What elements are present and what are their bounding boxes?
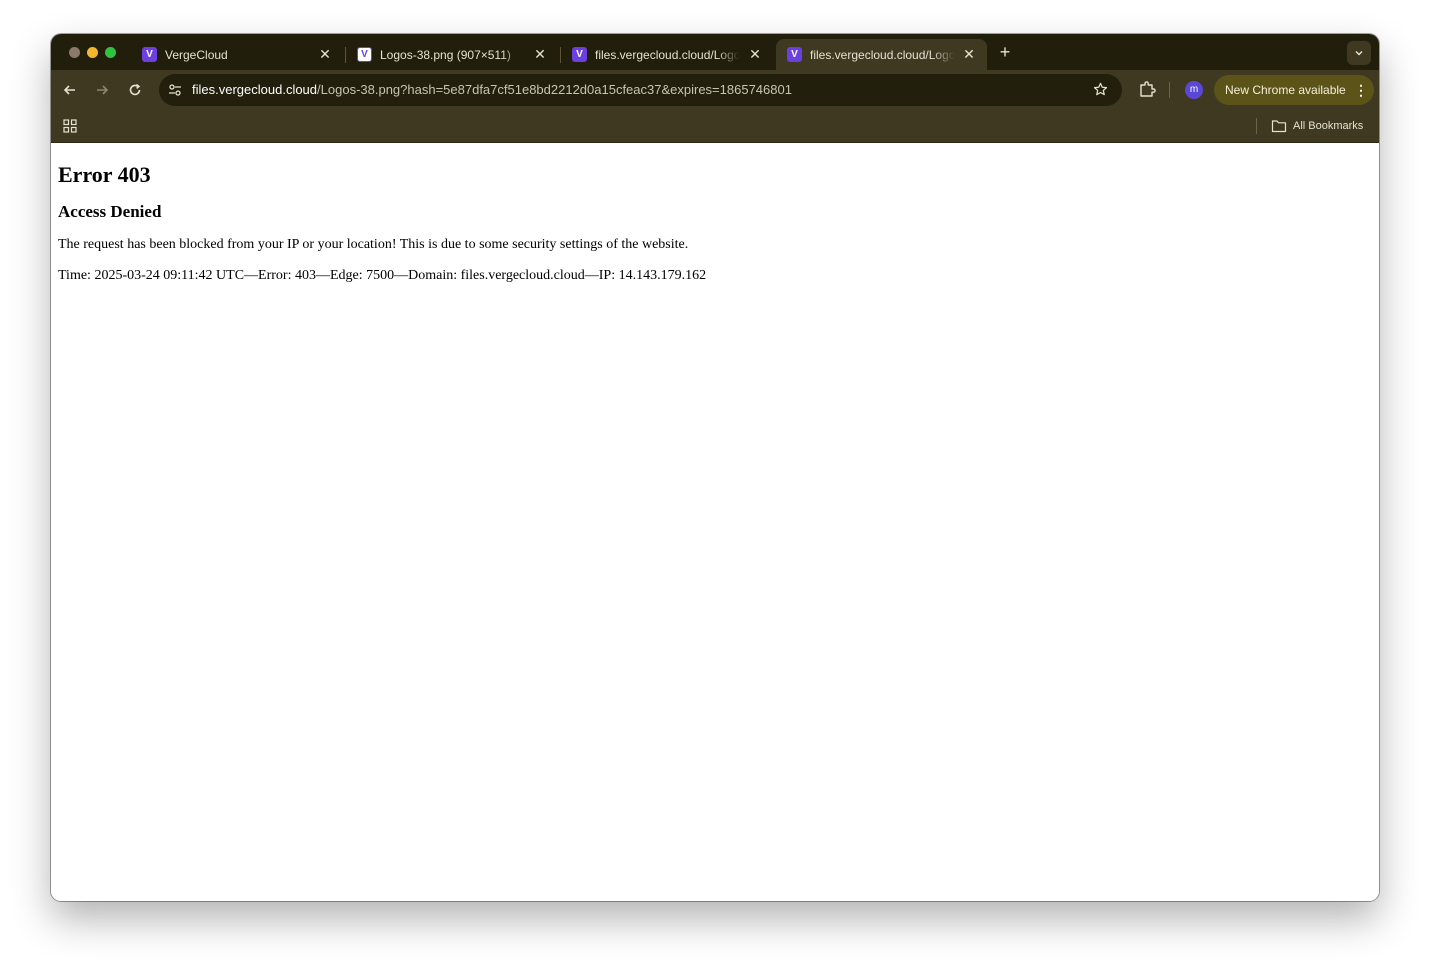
tab-strip: V VergeCloud ✕ V Logos-38.png (907×511) …: [51, 34, 1379, 70]
all-bookmarks-label: All Bookmarks: [1293, 120, 1364, 132]
toolbar: files.vergecloud.cloud/Logos-38.png?hash…: [51, 70, 1379, 110]
vergecloud-logo-white-icon: V: [357, 47, 372, 62]
new-tab-button[interactable]: +: [995, 42, 1015, 62]
back-button[interactable]: [60, 80, 80, 100]
folder-icon: [1271, 120, 1287, 133]
tab-title: Logos-38.png (907×511): [380, 48, 511, 62]
bookmarks-separator: [1256, 118, 1257, 134]
page-content: Error 403 Access Denied The request has …: [51, 144, 1379, 901]
window-maximize-button[interactable]: [105, 47, 116, 58]
url-text[interactable]: files.vergecloud.cloud/Logos-38.png?hash…: [192, 82, 792, 98]
tab-search-button[interactable]: [1347, 41, 1371, 65]
error-heading: Error 403: [58, 162, 151, 187]
browser-window: V VergeCloud ✕ V Logos-38.png (907×511) …: [51, 34, 1379, 901]
close-icon[interactable]: ✕: [317, 46, 333, 62]
vergecloud-logo-icon: V: [572, 47, 587, 62]
reload-button[interactable]: [125, 80, 145, 100]
window-close-button[interactable]: [69, 47, 80, 58]
tab-files-vergecloud-active[interactable]: V files.vergecloud.cloud/Logos-38.png ✕: [776, 39, 987, 70]
error-details: Time: 2025-03-24 09:11:42 UTC—Error: 403…: [58, 268, 707, 283]
error-subheading: Access Denied: [58, 202, 162, 221]
close-icon[interactable]: ✕: [961, 46, 977, 62]
update-label: New Chrome available: [1225, 83, 1346, 97]
address-bar[interactable]: files.vergecloud.cloud/Logos-38.png?hash…: [159, 74, 1122, 106]
apps-grid-icon[interactable]: [62, 118, 78, 134]
arrow-left-icon: [63, 85, 75, 95]
close-icon[interactable]: ✕: [532, 46, 548, 62]
bookmarks-bar: All Bookmarks: [51, 110, 1379, 143]
bookmark-star-button[interactable]: [1090, 80, 1110, 100]
url-host: files.vergecloud.cloud: [192, 82, 318, 97]
vergecloud-logo-icon: V: [142, 47, 157, 62]
arrow-right-icon: [97, 85, 109, 95]
forward-button[interactable]: [92, 80, 112, 100]
extensions-puzzle-icon[interactable]: [1137, 79, 1157, 99]
url-path: /Logos-38.png?hash=5e87dfa7cf51e8bd2212d…: [317, 82, 792, 97]
window-minimize-button[interactable]: [87, 47, 98, 58]
vergecloud-logo-icon: V: [787, 47, 802, 62]
toolbar-separator: [1169, 82, 1170, 98]
new-chrome-available-button[interactable]: New Chrome available ⋮: [1214, 75, 1374, 105]
tab-title: VergeCloud: [165, 48, 228, 62]
site-settings-icon[interactable]: [167, 82, 183, 98]
star-icon: [1093, 83, 1107, 96]
tab-title: files.vergecloud.cloud/Logos-38.png: [810, 48, 955, 62]
tab-files-vergecloud-1[interactable]: V files.vergecloud.cloud/Logos-38.png ✕: [561, 39, 773, 70]
more-vertical-icon[interactable]: ⋮: [1354, 81, 1368, 99]
error-message: The request has been blocked from your I…: [58, 237, 689, 252]
tab-logos-png[interactable]: V Logos-38.png (907×511) ✕: [346, 39, 558, 70]
close-icon[interactable]: ✕: [747, 46, 763, 62]
profile-avatar[interactable]: m: [1185, 81, 1203, 99]
tab-title: files.vergecloud.cloud/Logos-38.png: [595, 48, 740, 62]
chevron-down-icon: [1355, 51, 1363, 56]
tab-vergecloud[interactable]: V VergeCloud ✕: [131, 39, 343, 70]
reload-icon: [129, 83, 141, 95]
